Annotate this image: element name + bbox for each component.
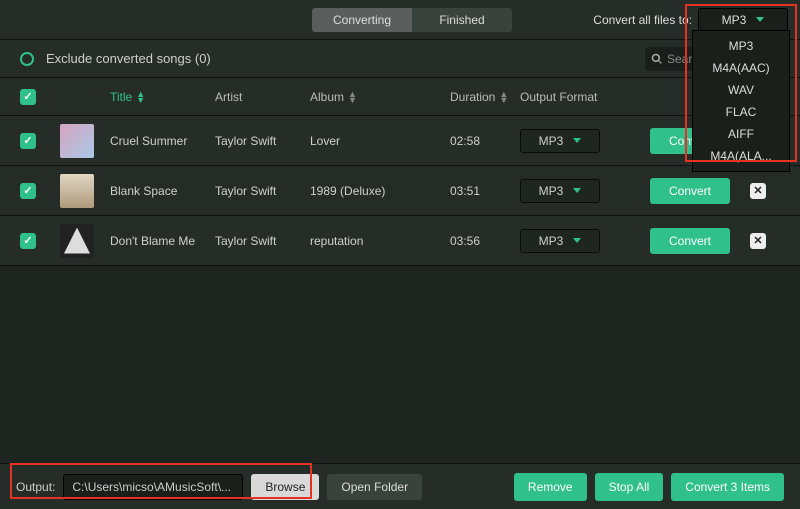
cell-artist: Taylor Swift (215, 134, 310, 148)
format-option[interactable]: AIFF (693, 123, 789, 145)
output-path-field[interactable]: C:\Users\micso\AMusicSoft\... (63, 474, 243, 500)
cell-artist: Taylor Swift (215, 234, 310, 248)
format-option[interactable]: MP3 (693, 35, 789, 57)
bottom-bar: Output: C:\Users\micso\AMusicSoft\... Br… (0, 463, 800, 509)
tab-finished[interactable]: Finished (412, 8, 512, 32)
remove-row-button[interactable]: ✕ (750, 233, 766, 249)
chevron-down-icon (756, 17, 764, 22)
header-output-format: Output Format (520, 90, 650, 104)
row-checkbox[interactable] (20, 233, 36, 249)
format-option[interactable]: FLAC (693, 101, 789, 123)
row-format-select[interactable]: MP3 (520, 129, 600, 153)
header-duration[interactable]: Duration ▲▼ (450, 90, 520, 104)
cell-duration: 03:56 (450, 234, 520, 248)
album-art (60, 174, 94, 208)
convert-button[interactable]: Convert (650, 178, 730, 204)
global-format-value: MP3 (722, 13, 747, 27)
chevron-down-icon (573, 188, 581, 193)
cell-artist: Taylor Swift (215, 184, 310, 198)
cell-duration: 03:51 (450, 184, 520, 198)
cell-title: Cruel Summer (110, 134, 215, 148)
album-art (60, 124, 94, 158)
browse-button[interactable]: Browse (251, 474, 319, 500)
mode-tabs: Converting Finished (312, 8, 512, 32)
header-album[interactable]: Album ▲▼ (310, 90, 450, 104)
convert-button[interactable]: Convert (650, 228, 730, 254)
row-format-select[interactable]: MP3 (520, 229, 600, 253)
format-option[interactable]: WAV (693, 79, 789, 101)
cell-album: reputation (310, 234, 450, 248)
table-row: Blank Space Taylor Swift 1989 (Deluxe) 0… (0, 166, 800, 216)
remove-button[interactable]: Remove (514, 473, 587, 501)
header-title[interactable]: Title ▲▼ (110, 90, 215, 104)
cell-duration: 02:58 (450, 134, 520, 148)
select-all-checkbox[interactable] (20, 89, 36, 105)
row-format-select[interactable]: MP3 (520, 179, 600, 203)
search-icon (651, 53, 663, 65)
format-dropdown[interactable]: MP3 M4A(AAC) WAV FLAC AIFF M4A(ALA... (692, 30, 790, 172)
row-checkbox[interactable] (20, 133, 36, 149)
global-format-select[interactable]: MP3 (698, 8, 788, 32)
exclude-label: Exclude converted songs (0) (46, 51, 211, 66)
remove-row-button[interactable]: ✕ (750, 183, 766, 199)
sort-icon: ▲▼ (499, 91, 508, 103)
table-header: Title ▲▼ Artist Album ▲▼ Duration ▲▼ Out… (0, 78, 800, 116)
cell-album: 1989 (Deluxe) (310, 184, 450, 198)
chevron-down-icon (573, 138, 581, 143)
cell-album: Lover (310, 134, 450, 148)
sort-icon: ▲▼ (348, 91, 357, 103)
table-row: Cruel Summer Taylor Swift Lover 02:58 MP… (0, 116, 800, 166)
format-option[interactable]: M4A(AAC) (693, 57, 789, 79)
convert-all-label: Convert all files to: (593, 13, 692, 27)
exclude-toggle-icon[interactable] (20, 52, 34, 66)
cell-title: Don't Blame Me (110, 234, 215, 248)
row-checkbox[interactable] (20, 183, 36, 199)
header-artist: Artist (215, 90, 310, 104)
table-row: Don't Blame Me Taylor Swift reputation 0… (0, 216, 800, 266)
cell-title: Blank Space (110, 184, 215, 198)
album-art (60, 224, 94, 258)
tab-converting[interactable]: Converting (312, 8, 412, 32)
convert-all-button[interactable]: Convert 3 Items (671, 473, 784, 501)
sort-icon: ▲▼ (136, 91, 145, 103)
stop-all-button[interactable]: Stop All (595, 473, 664, 501)
output-label: Output: (16, 480, 55, 494)
open-folder-button[interactable]: Open Folder (327, 474, 422, 500)
chevron-down-icon (573, 238, 581, 243)
format-option[interactable]: M4A(ALA... (693, 145, 789, 167)
